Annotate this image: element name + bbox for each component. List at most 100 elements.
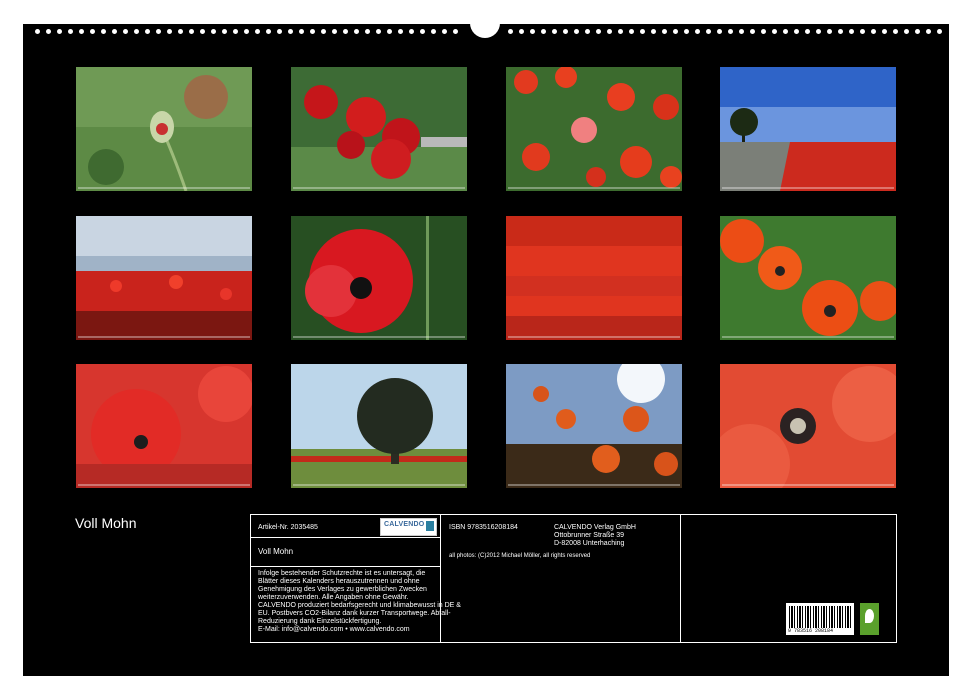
binding-ring <box>882 29 887 34</box>
binding-ring <box>409 29 414 34</box>
binding-ring <box>893 29 898 34</box>
binding-ring <box>816 29 821 34</box>
photo-thumbnail-3 <box>506 67 682 191</box>
binding-ring <box>695 29 700 34</box>
photo-thumbnail-1 <box>76 67 252 191</box>
isbn-barcode: 9 783516 208184 <box>786 603 854 635</box>
calvendo-logo: CALVENDO <box>380 518 437 536</box>
binding-ring <box>288 29 293 34</box>
binding-ring <box>552 29 557 34</box>
binding-ring <box>640 29 645 34</box>
binding-ring <box>233 29 238 34</box>
photo-thumbnail-7 <box>506 216 682 340</box>
binding-ring <box>717 29 722 34</box>
binding-ring <box>398 29 403 34</box>
binding-ring <box>926 29 931 34</box>
publisher-address: CALVENDO Verlag GmbH Ottobrunner Straße … <box>554 524 636 548</box>
binding-ring <box>772 29 777 34</box>
binding-ring <box>783 29 788 34</box>
binding-ring <box>618 29 623 34</box>
binding-ring <box>343 29 348 34</box>
binding-ring <box>673 29 678 34</box>
binding-ring <box>57 29 62 34</box>
binding-ring <box>453 29 458 34</box>
photo-thumbnail-4 <box>720 67 896 191</box>
binding-ring <box>123 29 128 34</box>
binding-ring <box>937 29 942 34</box>
binding-ring <box>750 29 755 34</box>
binding-ring <box>46 29 51 34</box>
binding-ring <box>222 29 227 34</box>
eco-leaf-icon <box>860 603 879 635</box>
calendar-title: Voll Mohn <box>75 515 137 531</box>
binding-ring <box>35 29 40 34</box>
legal-notice: Infolge bestehender Schutzrechte ist es … <box>258 570 461 634</box>
photo-thumbnail-5 <box>76 216 252 340</box>
binding-ring <box>431 29 436 34</box>
isbn: ISBN 9783516208184 <box>449 524 518 531</box>
binding-ring <box>376 29 381 34</box>
binding-ring <box>596 29 601 34</box>
binding-ring <box>134 29 139 34</box>
photo-credit: all photos: (C)2012 Michael Möller, all … <box>449 553 591 559</box>
binding-ring <box>607 29 612 34</box>
binding-ring <box>277 29 282 34</box>
binding-ring <box>849 29 854 34</box>
binding-ring <box>189 29 194 34</box>
binding-ring <box>365 29 370 34</box>
binding-ring <box>200 29 205 34</box>
binding-ring <box>915 29 920 34</box>
binding-ring <box>354 29 359 34</box>
photo-thumbnail-8 <box>720 216 896 340</box>
binding-ring <box>574 29 579 34</box>
binding-ring <box>508 29 513 34</box>
binding-ring <box>530 29 535 34</box>
binding-ring <box>728 29 733 34</box>
binding-ring <box>904 29 909 34</box>
binding-ring <box>266 29 271 34</box>
binding-ring <box>794 29 799 34</box>
binding-ring <box>420 29 425 34</box>
binding-ring <box>310 29 315 34</box>
article-number: Artikel-Nr. 2035485 <box>258 524 318 531</box>
binding-ring <box>178 29 183 34</box>
photo-thumbnail-12 <box>720 364 896 488</box>
binding-ring <box>860 29 865 34</box>
binding-ring <box>706 29 711 34</box>
binding-ring <box>244 29 249 34</box>
photo-thumbnail-10 <box>291 364 467 488</box>
binding-ring <box>145 29 150 34</box>
photo-thumbnail-9 <box>76 364 252 488</box>
photo-thumbnail-2 <box>291 67 467 191</box>
photo-thumbnail-11 <box>506 364 682 488</box>
binding-ring <box>79 29 84 34</box>
binding-ring <box>684 29 689 34</box>
binding-ring <box>112 29 117 34</box>
binding-ring <box>299 29 304 34</box>
binding-ring <box>739 29 744 34</box>
binding-ring <box>563 29 568 34</box>
binding-ring <box>156 29 161 34</box>
binding-ring <box>255 29 260 34</box>
binding-ring <box>68 29 73 34</box>
binding-ring <box>442 29 447 34</box>
binding-ring <box>662 29 667 34</box>
binding-ring <box>321 29 326 34</box>
publisher-info-box: Artikel-Nr. 2035485 CALVENDO Voll Mohn I… <box>250 514 897 643</box>
binding-ring <box>761 29 766 34</box>
binding-ring <box>585 29 590 34</box>
binding-ring <box>541 29 546 34</box>
photo-thumbnail-6 <box>291 216 467 340</box>
binding-ring <box>519 29 524 34</box>
binding-ring <box>332 29 337 34</box>
binding-ring <box>805 29 810 34</box>
binding-ring <box>629 29 634 34</box>
binding-ring <box>90 29 95 34</box>
product-name: Voll Mohn <box>258 547 294 556</box>
binding-ring <box>871 29 876 34</box>
binding-ring <box>167 29 172 34</box>
binding-ring <box>101 29 106 34</box>
binding-ring <box>387 29 392 34</box>
binding-ring <box>211 29 216 34</box>
binding-ring <box>651 29 656 34</box>
